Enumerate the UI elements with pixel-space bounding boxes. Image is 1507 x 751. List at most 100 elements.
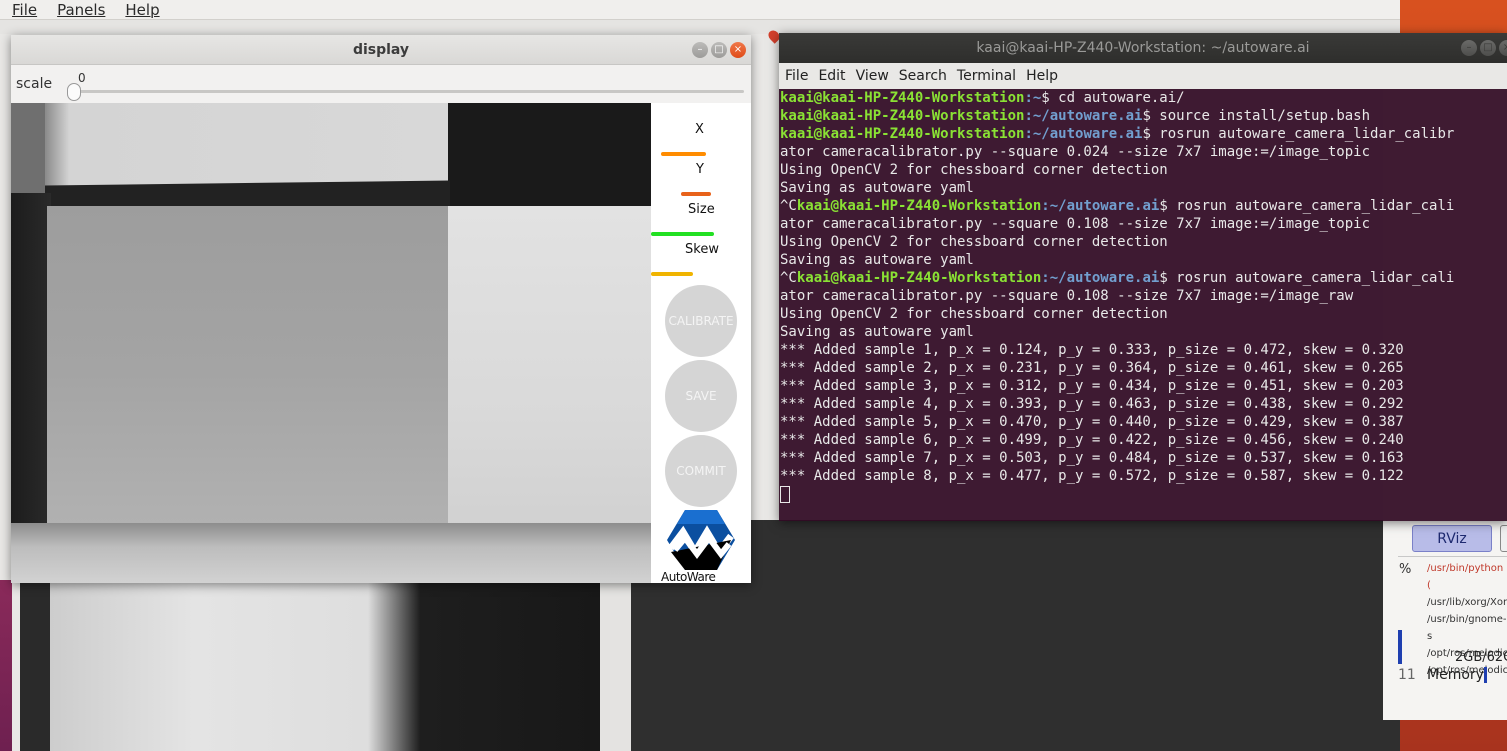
close-icon[interactable]: × xyxy=(730,42,746,58)
terminal-line: kaai@kaai-HP-Z440-Workstation:~/autoware… xyxy=(780,107,1507,125)
memory-label: Memory xyxy=(1427,667,1484,683)
terminal-line: ^Ckaai@kaai-HP-Z440-Workstation:~/autowa… xyxy=(780,197,1507,215)
terminal-line: ator cameracalibrator.py --square 0.108 … xyxy=(780,287,1507,305)
terminal-window: kaai@kaai-HP-Z440-Workstation: ~/autowar… xyxy=(779,33,1507,521)
terminal-line: Saving as autoware yaml xyxy=(780,323,1507,341)
terminal-line: Saving as autoware yaml xyxy=(780,251,1507,269)
terminal-cursor xyxy=(780,485,1507,503)
process-item[interactable]: /usr/bin/gnome-s xyxy=(1427,611,1507,645)
scale-slider-handle[interactable] xyxy=(67,83,81,101)
minimize-icon[interactable]: – xyxy=(692,42,708,58)
size-label: Size xyxy=(688,202,715,217)
percent-header: % xyxy=(1399,562,1412,577)
terminal-line-text: *** Added sample 7, p_x = 0.503, p_y = 0… xyxy=(780,450,1404,466)
rviz-image-view xyxy=(20,580,600,751)
process-item[interactable]: /usr/bin/python ( xyxy=(1427,560,1507,594)
terminal-line: Using OpenCV 2 for chessboard corner det… xyxy=(780,161,1507,179)
maximize-icon[interactable]: □ xyxy=(1480,40,1496,56)
x-label: X xyxy=(695,122,704,137)
usage-bar xyxy=(1398,630,1402,664)
terminal-title: kaai@kaai-HP-Z440-Workstation: ~/autowar… xyxy=(976,40,1310,56)
terminal-line: kaai@kaai-HP-Z440-Workstation:~$ cd auto… xyxy=(780,89,1507,107)
scale-label: scale xyxy=(16,76,53,92)
terminal-line-text: Saving as autoware yaml xyxy=(780,252,974,268)
prompt-path: :~/autoware.ai xyxy=(1041,270,1160,286)
prompt-prefix: ^C xyxy=(780,270,797,286)
y-label: Y xyxy=(696,162,704,177)
rviz-tab-button[interactable]: RViz xyxy=(1412,525,1492,552)
menu-help[interactable]: Help xyxy=(1026,68,1058,84)
rviz-menubar: File Panels Help xyxy=(0,0,1400,20)
skew-label: Skew xyxy=(685,242,719,257)
terminal-line: *** Added sample 6, p_x = 0.499, p_y = 0… xyxy=(780,431,1507,449)
terminal-line-text: *** Added sample 8, p_x = 0.477, p_y = 0… xyxy=(780,468,1404,484)
terminal-line-text: *** Added sample 2, p_x = 0.231, p_y = 0… xyxy=(780,360,1404,376)
camera-image xyxy=(11,103,651,583)
terminal-line-text: ator cameracalibrator.py --square 0.108 … xyxy=(780,288,1354,304)
terminal-line: kaai@kaai-HP-Z440-Workstation:~/autoware… xyxy=(780,125,1507,143)
size-progress-bar xyxy=(651,232,714,236)
next-tab-button[interactable] xyxy=(1500,525,1507,552)
scale-value: 0 xyxy=(78,71,86,85)
minimize-icon[interactable]: – xyxy=(1461,40,1477,56)
terminal-output[interactable]: kaai@kaai-HP-Z440-Workstation :~$ cd auto… xyxy=(780,89,1507,521)
display-window: display – □ × scale 0 X Y Size Skew CALI… xyxy=(11,35,751,584)
prompt-command: $ rosrun autoware_camera_lidar_calibr xyxy=(1142,126,1455,142)
terminal-line: Using OpenCV 2 for chessboard corner det… xyxy=(780,233,1507,251)
memory-value: 2GB/62G xyxy=(1455,650,1507,665)
calibrate-button[interactable]: CALIBRATE xyxy=(665,285,737,357)
maximize-icon[interactable]: □ xyxy=(711,42,727,58)
terminal-titlebar[interactable]: kaai@kaai-HP-Z440-Workstation: ~/autowar… xyxy=(779,33,1507,63)
y-progress-bar xyxy=(681,192,711,196)
divider xyxy=(1398,556,1507,557)
terminal-line-text: *** Added sample 1, p_x = 0.124, p_y = 0… xyxy=(780,342,1404,358)
prompt-path: :~ xyxy=(1024,90,1042,106)
close-icon[interactable]: × xyxy=(1499,40,1507,56)
scale-slider-track[interactable] xyxy=(74,90,744,93)
prompt-user: kaai@kaai-HP-Z440-Workstation xyxy=(796,198,1042,214)
prompt-command: $ cd autoware.ai/ xyxy=(1041,90,1185,106)
menu-help[interactable]: Help xyxy=(125,1,159,19)
menu-file[interactable]: File xyxy=(785,68,808,84)
prompt-command: $ source install/setup.bash xyxy=(1142,108,1371,124)
display-titlebar[interactable]: display – □ × xyxy=(11,35,751,65)
terminal-line-text: Using OpenCV 2 for chessboard corner det… xyxy=(780,234,1168,250)
terminal-line: *** Added sample 8, p_x = 0.477, p_y = 0… xyxy=(780,467,1507,485)
terminal-line-text: Using OpenCV 2 for chessboard corner det… xyxy=(780,306,1168,322)
memory-bar xyxy=(1484,667,1487,683)
prompt-user: kaai@kaai-HP-Z440-Workstation xyxy=(796,270,1042,286)
terminal-line-text: *** Added sample 4, p_x = 0.393, p_y = 0… xyxy=(780,396,1404,412)
terminal-line: *** Added sample 1, p_x = 0.124, p_y = 0… xyxy=(780,341,1507,359)
prompt-user: kaai@kaai-HP-Z440-Workstation xyxy=(780,108,1025,124)
terminal-line: *** Added sample 2, p_x = 0.231, p_y = 0… xyxy=(780,359,1507,377)
menu-terminal[interactable]: Terminal xyxy=(957,68,1016,84)
rviz-toolbar xyxy=(0,20,1400,34)
prompt-command: $ rosrun autoware_camera_lidar_cali xyxy=(1159,270,1455,286)
prompt-path: :~/autoware.ai xyxy=(1041,198,1160,214)
prompt-user: kaai@kaai-HP-Z440-Workstation xyxy=(780,126,1025,142)
prompt-path: :~/autoware.ai xyxy=(1024,108,1143,124)
terminal-line: *** Added sample 4, p_x = 0.393, p_y = 0… xyxy=(780,395,1507,413)
menu-file[interactable]: File xyxy=(12,1,37,19)
terminal-line-text: Saving as autoware yaml xyxy=(780,180,974,196)
prompt-command: $ rosrun autoware_camera_lidar_cali xyxy=(1159,198,1455,214)
commit-button[interactable]: COMMIT xyxy=(665,435,737,507)
terminal-line: *** Added sample 5, p_x = 0.470, p_y = 0… xyxy=(780,413,1507,431)
scale-row: scale 0 xyxy=(11,65,751,103)
terminal-menubar: File Edit View Search Terminal Help xyxy=(779,63,1507,89)
terminal-line-text: Using OpenCV 2 for chessboard corner det… xyxy=(780,162,1168,178)
calibration-sidebar: X Y Size Skew CALIBRATE SAVE COMMIT Auto… xyxy=(651,103,751,584)
save-button[interactable]: SAVE xyxy=(665,360,737,432)
process-item[interactable]: /usr/lib/xorg/Xor xyxy=(1427,594,1507,611)
menu-edit[interactable]: Edit xyxy=(818,68,845,84)
menu-panels[interactable]: Panels xyxy=(57,1,105,19)
desktop-wallpaper-left xyxy=(0,580,12,751)
autoware-logo-text: AutoWare xyxy=(661,570,716,584)
menu-view[interactable]: View xyxy=(856,68,889,84)
terminal-line: ator cameracalibrator.py --square 0.024 … xyxy=(780,143,1507,161)
menu-search[interactable]: Search xyxy=(899,68,947,84)
terminal-line-text: *** Added sample 6, p_x = 0.499, p_y = 0… xyxy=(780,432,1404,448)
autoware-logo-icon xyxy=(667,510,735,570)
terminal-line-text: *** Added sample 5, p_x = 0.470, p_y = 0… xyxy=(780,414,1404,430)
terminal-line: ^Ckaai@kaai-HP-Z440-Workstation:~/autowa… xyxy=(780,269,1507,287)
